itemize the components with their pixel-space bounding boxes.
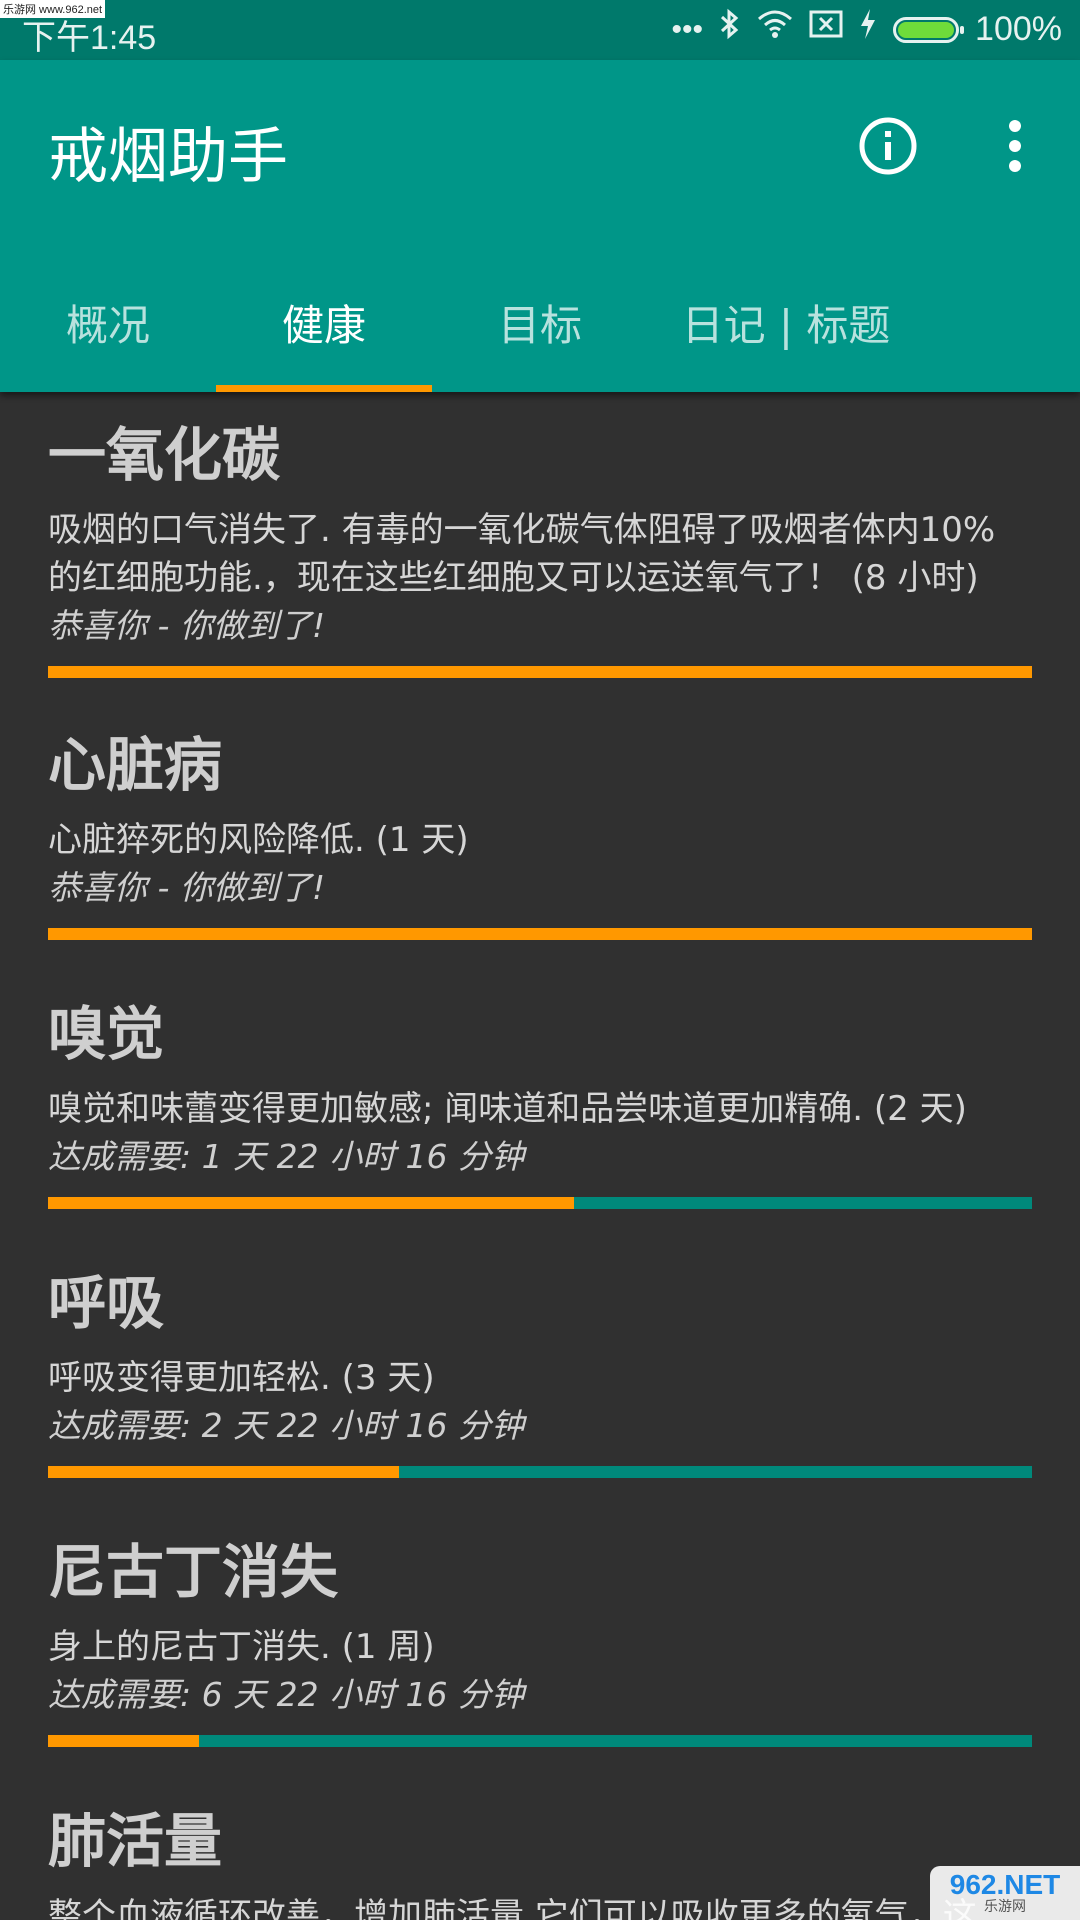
notification-dots-icon: •••	[671, 12, 704, 46]
battery-fill	[898, 21, 955, 38]
bluetooth-icon	[719, 8, 741, 51]
item-title: 呼吸	[48, 1269, 165, 1337]
item-status: 恭喜你 - 你做到了!	[48, 606, 326, 645]
item-description: 嗅觉和味蕾变得更加敏感; 闻味道和品尝味道更加精确. (2 天)	[48, 1089, 967, 1129]
progress-fill	[48, 1197, 575, 1209]
app-title: 戒烟助手	[48, 122, 288, 192]
watermark-top-left: 乐游网 www.962.net	[0, 0, 106, 18]
watermark-bottom-right: 962.NET 乐游网	[930, 1866, 1080, 1920]
item-description-line: 的红细胞功能.，现在这些红细胞又可以运送氧气了！ (8 小时)	[48, 558, 979, 598]
tab-bar: 概况 健康 目标 日记 | 标题	[0, 270, 1080, 392]
item-title: 嗅觉	[48, 1000, 165, 1068]
progress-bar	[48, 1197, 1032, 1209]
progress-fill	[48, 1466, 400, 1478]
tab-overview[interactable]: 概况	[0, 270, 216, 392]
health-list[interactable]: 一氧化碳 吸烟的口气消失了. 有毒的一氧化碳气体阻碍了吸烟者体内10% 的红细胞…	[0, 392, 1080, 1920]
item-status: 达成需要: 1 天 22 小时 16 分钟	[48, 1137, 525, 1176]
item-description: 心脏猝死的风险降低. (1 天)	[48, 820, 469, 860]
progress-bar	[48, 928, 1032, 940]
wifi-icon	[757, 9, 793, 50]
charging-icon	[859, 8, 877, 51]
battery-icon	[893, 16, 965, 43]
progress-fill	[48, 1735, 199, 1747]
list-item: 肺活量 整个血液循环改善，增加肺活量.它们可以吸收更多的氧气，这	[48, 1806, 1032, 1920]
status-bar: 下午1:45 ••• 100%	[0, 0, 1080, 60]
progress-fill	[48, 928, 1032, 940]
item-description: 整个血液循环改善，增加肺活量.它们可以吸收更多的氧气，这	[48, 1896, 977, 1920]
item-title: 心脏病	[48, 731, 223, 799]
tab-indicator	[216, 385, 432, 392]
tab-health[interactable]: 健康	[216, 270, 432, 392]
item-title: 尼古丁消失	[48, 1538, 339, 1606]
no-sim-icon	[809, 9, 843, 50]
item-description: 呼吸变得更加轻松. (3 天)	[48, 1358, 435, 1398]
more-vert-icon	[1009, 120, 1021, 172]
battery-percent: 100%	[975, 10, 1062, 48]
item-status: 恭喜你 - 你做到了!	[48, 868, 326, 907]
item-status: 达成需要: 6 天 22 小时 16 分钟	[48, 1675, 525, 1714]
more-options-button[interactable]	[990, 116, 1040, 176]
item-description: 身上的尼古丁消失. (1 周)	[48, 1627, 435, 1667]
list-item: 呼吸 呼吸变得更加轻松. (3 天) 达成需要: 2 天 22 小时 16 分钟	[48, 1268, 1032, 1478]
tab-diary[interactable]: 日记 | 标题	[648, 270, 924, 392]
list-item: 嗅觉 嗅觉和味蕾变得更加敏感; 闻味道和品尝味道更加精确. (2 天) 达成需要…	[48, 999, 1032, 1209]
item-description: 吸烟的口气消失了. 有毒的一氧化碳气体阻碍了吸烟者体内10% 的红细胞功能.，现…	[48, 506, 1032, 602]
list-item: 尼古丁消失 身上的尼古丁消失. (1 周) 达成需要: 6 天 22 小时 16…	[48, 1537, 1032, 1747]
item-title: 一氧化碳	[48, 421, 281, 489]
list-item: 心脏病 心脏猝死的风险降低. (1 天) 恭喜你 - 你做到了!	[48, 730, 1032, 940]
progress-bar	[48, 1466, 1032, 1478]
tab-goals[interactable]: 目标	[432, 270, 648, 392]
status-icons: ••• 100%	[672, 8, 1062, 51]
progress-fill	[48, 666, 1032, 678]
item-description-line: 吸烟的口气消失了. 有毒的一氧化碳气体阻碍了吸烟者体内10%	[48, 510, 996, 550]
watermark-logo: 962.NET	[949, 1869, 1061, 1900]
watermark-subtitle: 乐游网	[984, 1899, 1026, 1915]
item-title: 肺活量	[48, 1807, 223, 1875]
item-status: 达成需要: 2 天 22 小时 16 分钟	[48, 1406, 525, 1445]
info-button[interactable]	[858, 116, 918, 176]
list-item: 一氧化碳 吸烟的口气消失了. 有毒的一氧化碳气体阻碍了吸烟者体内10% 的红细胞…	[48, 420, 1032, 678]
progress-bar	[48, 1735, 1032, 1747]
progress-bar	[48, 666, 1032, 678]
app-bar: 戒烟助手 概况 健康 目标 日记 | 标题	[0, 60, 1080, 392]
battery-tip	[960, 25, 965, 34]
info-circle-icon	[859, 117, 917, 175]
